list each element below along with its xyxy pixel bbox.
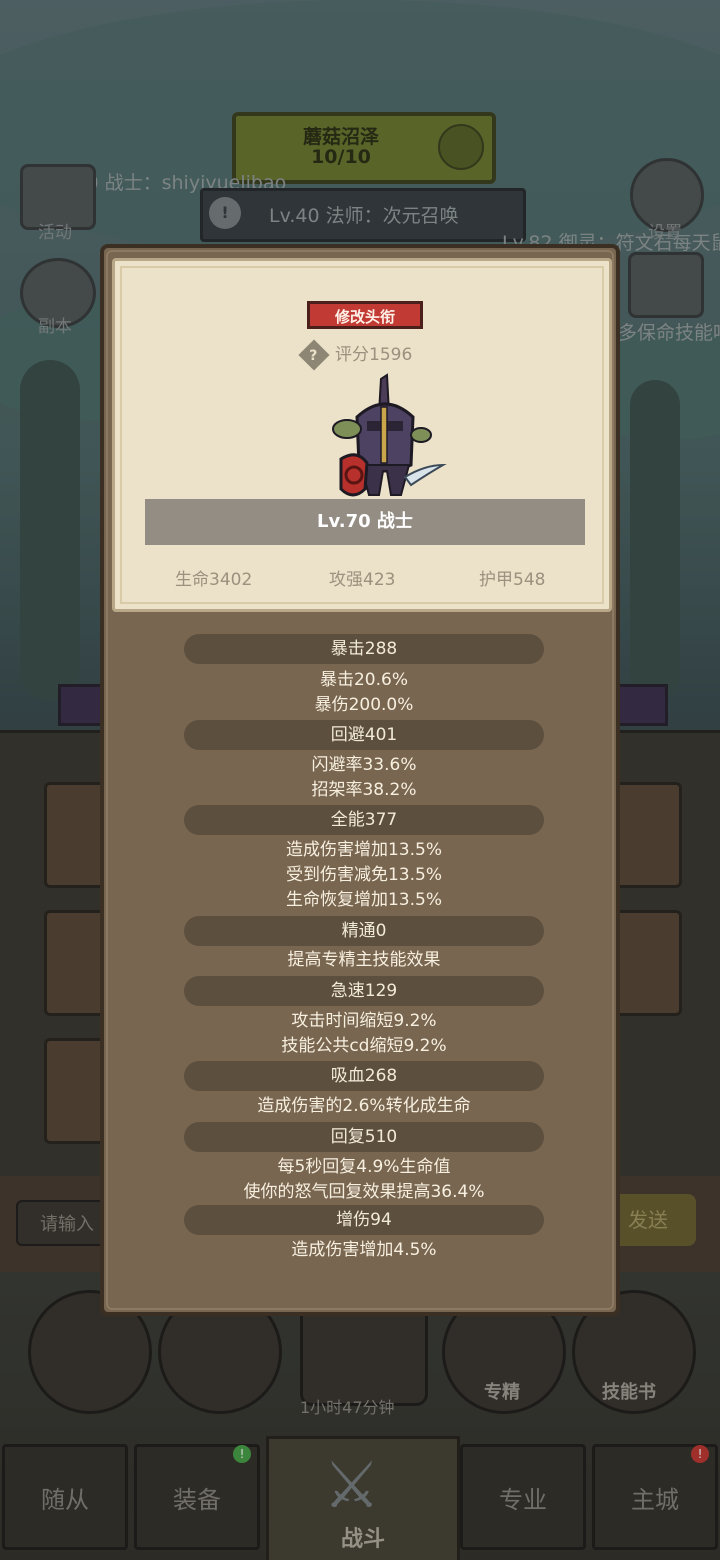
stat-header-haste: 急速129 [184,976,544,1006]
stat-detail: 造成伤害增加13.5% [285,840,442,860]
stat-header-versatility: 全能377 [184,805,544,835]
help-icon[interactable]: ? [298,339,330,371]
character-stats-modal: 修改头衔 ? 评分1596 Lv.70 战士 生命3402 攻强423 护甲548… [100,244,620,1316]
stat-detail: 闪避率33.6% [311,755,417,775]
edit-title-button[interactable]: 修改头衔 [307,301,423,329]
stat-detail: 受到伤害减免13.5% [285,865,442,885]
stat-detail: 暴伤200.0% [314,695,414,715]
stat-health: 生命3402 [175,570,253,590]
stat-header-crit: 暴击288 [184,634,544,664]
stat-detail: 造成伤害增加4.5% [291,1240,437,1260]
stat-header-damage-bonus: 增伤94 [184,1205,544,1235]
character-card: 修改头衔 ? 评分1596 Lv.70 战士 生命3402 攻强423 护甲548 [112,258,612,612]
stat-detail: 攻击时间缩短9.2% [291,1011,437,1031]
stat-detail: 招架率38.2% [311,780,417,800]
warrior-avatar [332,373,447,497]
score-row: ? 评分1596 [298,339,413,371]
stat-header-regen: 回复510 [184,1122,544,1152]
stat-detail: 造成伤害的2.6%转化成生命 [257,1096,471,1116]
stat-attack-power: 攻强423 [329,570,396,590]
stat-detail: 提高专精主技能效果 [287,950,441,970]
stat-header-lifesteal: 吸血268 [184,1061,544,1091]
hero-name-bar: Lv.70 战士 [145,499,585,545]
stat-detail: 暴击20.6% [319,670,408,690]
stat-detail: 技能公共cd缩短9.2% [281,1036,447,1056]
stat-header-avoidance: 回避401 [184,720,544,750]
stat-detail: 生命恢复增加13.5% [285,890,442,910]
stat-armor: 护甲548 [479,570,546,590]
score-text: 评分1596 [335,345,413,365]
stat-detail: 使你的怒气回复效果提高36.4% [243,1182,485,1202]
stat-detail: 每5秒回复4.9%生命值 [277,1157,451,1177]
stat-header-mastery: 精通0 [184,916,544,946]
